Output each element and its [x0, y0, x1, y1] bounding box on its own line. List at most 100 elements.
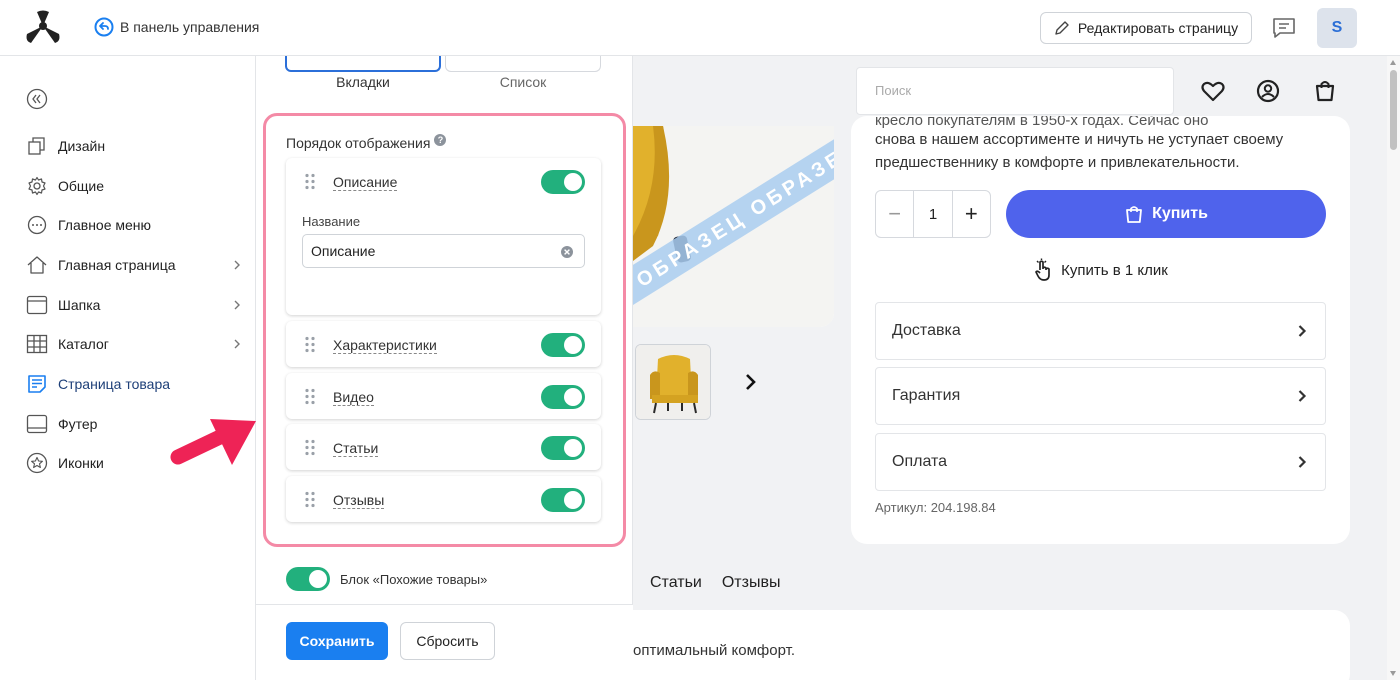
section-toggle[interactable]: [541, 436, 585, 460]
sidebar-item-general[interactable]: Общие: [26, 166, 248, 206]
pencil-icon: [1055, 21, 1069, 35]
back-arrow-icon: [94, 17, 114, 37]
section-label[interactable]: Характеристики: [333, 337, 437, 354]
document-icon: [28, 375, 46, 393]
sidebar-item-catalog[interactable]: Каталог: [26, 324, 248, 364]
sidebar-item-design[interactable]: Дизайн: [26, 126, 248, 166]
section-card-reviews: Отзывы: [286, 476, 601, 522]
buy-one-click-button[interactable]: Купить в 1 клик: [851, 258, 1350, 282]
edit-page-button[interactable]: Редактировать страницу: [1040, 12, 1252, 44]
edit-page-label: Редактировать страницу: [1077, 20, 1239, 36]
tab-articles[interactable]: Статьи: [650, 574, 702, 592]
tab-reviews[interactable]: Отзывы: [722, 574, 781, 592]
drag-handle-icon[interactable]: [304, 388, 316, 405]
display-order-box: Порядок отображения ? Описание Название …: [263, 113, 626, 547]
section-label[interactable]: Видео: [333, 389, 374, 406]
accordion-warranty[interactable]: Гарантия: [875, 367, 1326, 425]
section-card-description: Описание Название Описание: [286, 158, 601, 315]
chat-icon[interactable]: [1272, 17, 1296, 39]
view-option-list[interactable]: [445, 56, 601, 72]
display-order-title-text: Порядок отображения: [286, 135, 431, 151]
accordion-delivery[interactable]: Доставка: [875, 302, 1326, 360]
product-tabs: Статьи Отзывы: [650, 574, 780, 592]
home-icon: [27, 256, 47, 274]
copy-icon: [28, 137, 45, 155]
name-field[interactable]: Описание: [302, 234, 585, 268]
section-toggle[interactable]: [541, 488, 585, 512]
section-label[interactable]: Отзывы: [333, 492, 385, 509]
quantity-increase-button[interactable]: +: [953, 191, 990, 237]
help-icon[interactable]: ?: [434, 134, 447, 146]
drag-handle-icon[interactable]: [304, 336, 316, 353]
chevron-right-icon: [1298, 390, 1307, 402]
section-toggle[interactable]: [541, 170, 585, 194]
collapse-sidebar-icon[interactable]: [26, 88, 48, 110]
section-label[interactable]: Описание: [333, 174, 398, 191]
chevron-right-icon: [1298, 456, 1307, 468]
section-toggle[interactable]: [541, 385, 585, 409]
chevron-right-icon: [1298, 325, 1307, 337]
drag-handle-icon[interactable]: [304, 439, 316, 456]
back-to-dashboard-link[interactable]: В панель управления: [94, 17, 259, 37]
logo-icon[interactable]: [24, 10, 62, 46]
sidebar-item-label: Страница товара: [58, 375, 171, 392]
quantity-value[interactable]: 1: [913, 191, 953, 237]
view-option-tabs-label[interactable]: Вкладки: [285, 74, 441, 90]
description-line: снова в нашем ассортименте и ничуть не у…: [875, 131, 1284, 148]
search-input[interactable]: Поиск: [856, 67, 1174, 115]
chevron-right-icon[interactable]: [743, 372, 759, 392]
accordion-label: Доставка: [892, 322, 961, 339]
similar-products-toggle[interactable]: [286, 567, 330, 591]
accordion-label: Оплата: [892, 453, 948, 470]
scrollbar-thumb[interactable]: [1390, 70, 1397, 150]
view-option-list-label[interactable]: Список: [445, 74, 601, 90]
buy-button[interactable]: Купить: [1006, 190, 1326, 238]
sidebar-item-label: Главное меню: [58, 217, 152, 234]
grid-icon: [26, 335, 48, 354]
sidebar: Дизайн Общие Главное меню Главная страни…: [0, 56, 256, 680]
gear-icon: [28, 176, 46, 195]
view-option-tabs[interactable]: [285, 56, 441, 72]
product-image[interactable]: ОБРАЗЕЦ ОБРАЗЕЦ: [633, 126, 834, 327]
user-icon[interactable]: [1255, 78, 1281, 104]
chair-image: ОБРАЗЕЦ ОБРАЗЕЦ: [633, 126, 834, 327]
name-field-label: Название: [302, 214, 361, 229]
sidebar-item-label: Общие: [58, 177, 105, 194]
sidebar-item-product-page[interactable]: Страница товара: [26, 364, 248, 404]
accordion-payment[interactable]: Оплата: [875, 433, 1326, 491]
avatar[interactable]: S: [1317, 8, 1357, 48]
settings-panel: Вкладки Список Порядок отображения ? Опи…: [256, 56, 633, 680]
product-thumbnail[interactable]: [635, 344, 711, 420]
description-line: кресло покупателям в 1950-х годах. Сейча…: [875, 116, 1209, 128]
sidebar-item-label: Иконки: [58, 455, 104, 472]
chevron-right-icon: [234, 300, 240, 310]
scroll-down-icon[interactable]: [1390, 671, 1396, 676]
sidebar-item-main-menu[interactable]: Главное меню: [26, 205, 248, 245]
drag-handle-icon[interactable]: [304, 491, 316, 508]
reset-button[interactable]: Сбросить: [400, 622, 495, 660]
panel-footer: Сохранить Сбросить: [256, 604, 633, 680]
scroll-up-icon[interactable]: [1390, 60, 1396, 65]
shopping-bag-icon[interactable]: [1312, 78, 1338, 104]
sidebar-item-home-page[interactable]: Главная страница: [26, 245, 248, 285]
section-card-video: Видео: [286, 373, 601, 419]
save-button[interactable]: Сохранить: [286, 622, 388, 660]
clear-icon[interactable]: [560, 245, 574, 259]
store-preview: Поиск ОБРАЗЕЦ ОБРАЗЕЦ кресло покупателям…: [633, 56, 1400, 680]
drag-handle-icon[interactable]: [304, 173, 316, 190]
top-bar: В панель управления Редактировать страни…: [0, 0, 1400, 56]
page-scrollbar[interactable]: [1387, 56, 1400, 680]
quantity-decrease-button[interactable]: −: [876, 191, 913, 237]
chair-thumbnail-image: [636, 345, 710, 419]
star-circle-icon: [26, 453, 48, 474]
section-label[interactable]: Статьи: [333, 440, 379, 457]
shopping-bag-icon: [1126, 206, 1142, 223]
heart-icon[interactable]: [1200, 78, 1226, 104]
chevron-right-icon: [234, 260, 240, 270]
chevron-right-icon: [234, 339, 240, 349]
display-order-title: Порядок отображения ?: [286, 134, 447, 151]
description-line: предшественнику в комфорте и привлекател…: [875, 154, 1240, 171]
section-toggle[interactable]: [541, 333, 585, 357]
sidebar-item-header[interactable]: Шапка: [26, 285, 248, 325]
section-card-specs: Характеристики: [286, 321, 601, 367]
